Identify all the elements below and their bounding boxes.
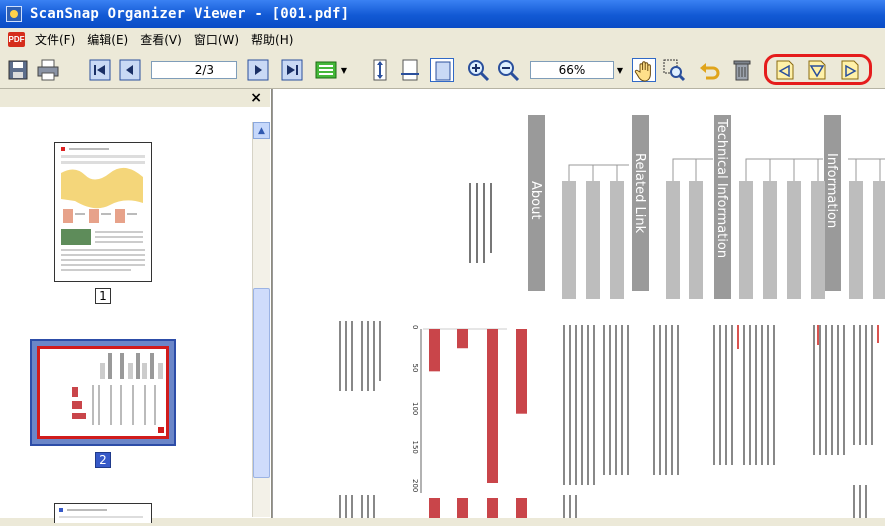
left-column-text bbox=[339, 321, 381, 518]
toolbar: 2/3 ▼ 66% ▼ bbox=[0, 50, 885, 89]
printer-icon bbox=[37, 59, 59, 81]
last-page-button[interactable] bbox=[280, 58, 304, 82]
document-view[interactable]: About Related Link Technical Information… bbox=[272, 89, 885, 518]
tab-technical-information-label: Technical Information bbox=[714, 118, 729, 258]
thumbnail-3-preview bbox=[59, 508, 143, 518]
thumbnail-2-frame bbox=[37, 346, 169, 439]
fit-width-button[interactable] bbox=[398, 58, 422, 82]
prev-page-button[interactable] bbox=[118, 58, 142, 82]
header-tab-information: Information bbox=[824, 115, 841, 291]
next-page-button[interactable] bbox=[246, 58, 270, 82]
chart-tick-label: 150 bbox=[411, 441, 419, 454]
undo-icon bbox=[700, 63, 720, 80]
menu-bar: PDF 文件(F) 编辑(E) 查看(V) 窗口(W) 帮助(H) bbox=[0, 28, 885, 50]
next-page-icon bbox=[247, 59, 269, 81]
chart-bar-lower bbox=[429, 498, 440, 518]
fit-page-icon bbox=[435, 61, 451, 81]
chart-bar bbox=[429, 329, 440, 372]
tab-about-label: About bbox=[528, 181, 543, 219]
chart-bar-lower bbox=[457, 498, 468, 518]
title-bar: ScanSnap Organizer Viewer - [001.pdf] bbox=[0, 0, 885, 28]
thumbnail-2-preview bbox=[72, 353, 164, 433]
trash-icon bbox=[733, 60, 751, 81]
page-thumbnail-2-selected[interactable] bbox=[30, 339, 176, 446]
rotate-left-icon bbox=[776, 60, 794, 80]
prev-page-icon bbox=[119, 59, 141, 81]
document-page-canvas: About Related Link Technical Information… bbox=[339, 115, 885, 518]
hand-icon bbox=[634, 61, 651, 82]
menu-edit[interactable]: 编辑(E) bbox=[81, 31, 134, 48]
header-tab-about: About bbox=[528, 115, 545, 291]
zoom-level-field[interactable]: 66% bbox=[530, 61, 614, 79]
bar-chart: 0 50 100 150 200 bbox=[411, 325, 527, 518]
sidebar-scrollbar[interactable]: ▲ bbox=[252, 122, 270, 517]
page-number-label: 2 bbox=[95, 452, 111, 468]
fit-width-icon bbox=[401, 59, 419, 81]
rotate-right-button[interactable] bbox=[838, 58, 862, 82]
chart-tick-label: 100 bbox=[411, 402, 419, 415]
layout-dropdown-icon[interactable]: ▼ bbox=[338, 61, 350, 79]
intro-text-block bbox=[469, 183, 492, 263]
save-button[interactable] bbox=[6, 58, 30, 82]
menu-file[interactable]: 文件(F) bbox=[29, 31, 81, 48]
fit-page-button[interactable] bbox=[430, 58, 454, 82]
delete-button[interactable] bbox=[730, 58, 754, 82]
chart-bar bbox=[487, 329, 498, 483]
rotate-180-button[interactable] bbox=[805, 58, 829, 82]
tab-information-label: Information bbox=[824, 153, 839, 228]
page-layout-button[interactable] bbox=[314, 58, 338, 82]
thumbnail-1-preview bbox=[61, 147, 145, 271]
print-button[interactable] bbox=[36, 58, 60, 82]
save-icon bbox=[8, 60, 28, 80]
zoom-out-icon bbox=[498, 60, 520, 82]
window-title: ScanSnap Organizer Viewer - [001.pdf] bbox=[30, 6, 350, 22]
scrollbar-thumb[interactable] bbox=[253, 288, 270, 478]
page-layout-icon bbox=[315, 61, 337, 79]
chart-tick-label: 50 bbox=[411, 364, 419, 373]
zoom-area-icon bbox=[663, 59, 686, 82]
close-sidebar-button[interactable]: × bbox=[250, 89, 262, 107]
rotate-left-button[interactable] bbox=[773, 58, 797, 82]
last-page-icon bbox=[281, 59, 303, 81]
chart-bar-lower bbox=[516, 498, 527, 518]
zoom-dropdown-icon[interactable]: ▼ bbox=[614, 61, 626, 79]
zoom-in-icon bbox=[468, 60, 490, 82]
page-thumbnail-1[interactable] bbox=[54, 142, 152, 282]
rotate-right-icon bbox=[841, 60, 859, 80]
chart-tick-label: 0 bbox=[411, 325, 419, 329]
header-tab-related-link: Related Link bbox=[632, 115, 649, 291]
hand-tool-button[interactable] bbox=[632, 58, 656, 82]
fit-height-icon bbox=[373, 59, 387, 81]
page-thumbnail-3[interactable] bbox=[54, 503, 152, 523]
first-page-icon bbox=[89, 59, 111, 81]
menu-help[interactable]: 帮助(H) bbox=[245, 31, 299, 48]
scroll-up-icon[interactable]: ▲ bbox=[253, 122, 270, 139]
app-icon bbox=[6, 6, 22, 22]
chart-bar-lower bbox=[487, 498, 498, 518]
page-number-label: 1 bbox=[95, 288, 111, 304]
chart-bar bbox=[457, 329, 468, 349]
menu-window[interactable]: 窗口(W) bbox=[188, 31, 245, 48]
rotate-180-icon bbox=[808, 60, 826, 80]
red-headings bbox=[737, 325, 879, 349]
zoom-area-button[interactable] bbox=[662, 58, 686, 82]
zoom-out-button[interactable] bbox=[496, 58, 520, 82]
undo-button[interactable] bbox=[698, 58, 722, 82]
menu-view[interactable]: 查看(V) bbox=[134, 31, 188, 48]
chart-tick-label: 200 bbox=[411, 479, 419, 492]
fit-height-button[interactable] bbox=[368, 58, 392, 82]
chart-bar bbox=[516, 329, 527, 414]
first-page-button[interactable] bbox=[88, 58, 112, 82]
thumbnail-sidebar: × ▲ 1 2 bbox=[0, 89, 272, 523]
zoom-in-button[interactable] bbox=[466, 58, 490, 82]
right-column-text bbox=[563, 325, 873, 518]
pdf-icon[interactable]: PDF bbox=[8, 31, 25, 47]
sidebar-header: × bbox=[0, 89, 270, 107]
page-number-field[interactable]: 2/3 bbox=[151, 61, 237, 79]
tab-related-link-label: Related Link bbox=[632, 153, 647, 234]
header-tab-technical-information: Technical Information bbox=[714, 115, 731, 299]
